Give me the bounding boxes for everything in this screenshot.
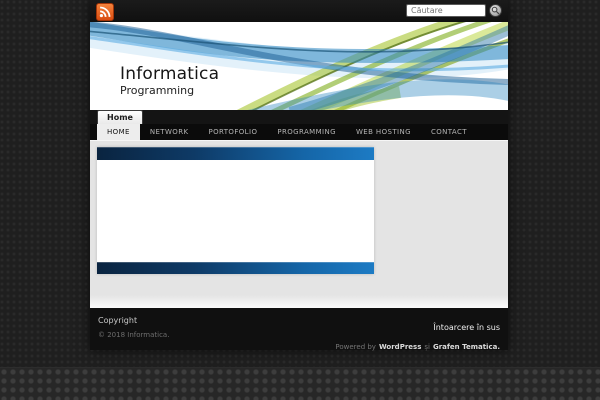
search-button[interactable] — [489, 4, 502, 17]
powered-by-text: Powered by — [335, 343, 376, 351]
site-subtitle: Programming — [120, 83, 195, 97]
nav-item-contact[interactable]: CONTACT — [421, 124, 477, 140]
site-title[interactable]: Informatica — [120, 65, 219, 84]
wordpress-link[interactable]: WordPress — [379, 343, 421, 351]
nav-item-programming[interactable]: PROGRAMMING — [267, 124, 346, 140]
nav-item-network[interactable]: NETWORK — [140, 124, 199, 140]
nav-item-home[interactable]: HOME — [97, 124, 140, 140]
site-footer: Copyright © 2018 Informatica. Întoarcere… — [90, 308, 508, 351]
copyright-label: Copyright — [98, 316, 138, 325]
footer-left: Copyright © 2018 Informatica. — [98, 316, 169, 339]
theme-link[interactable]: Grafen Tematica. — [433, 343, 500, 351]
desktop-background: Informatica Programming Home HOME NETWOR… — [0, 0, 600, 400]
site-page: Informatica Programming Home HOME NETWOR… — [90, 0, 508, 351]
footer-right: Întoarcere în sus Powered by WordPress ș… — [335, 315, 500, 351]
top-bar — [90, 0, 508, 22]
search-input[interactable] — [406, 4, 486, 17]
site-identity: Informatica Programming — [120, 65, 219, 97]
conjunction-text: și — [424, 343, 430, 351]
background-texture-band — [0, 367, 600, 400]
content-area — [90, 140, 508, 308]
nav-item-portofolio[interactable]: PORTOFOLIO — [198, 124, 267, 140]
page-tab-home[interactable]: Home — [97, 110, 143, 124]
search-icon — [491, 6, 500, 15]
rss-feed-button[interactable] — [96, 3, 114, 21]
nav-item-web-hosting[interactable]: WEB HOSTING — [346, 124, 421, 140]
back-to-top-link[interactable]: Întoarcere în sus — [433, 323, 500, 332]
content-bottom-fade — [90, 295, 508, 308]
site-header: Informatica Programming — [90, 22, 508, 110]
content-panel — [97, 147, 374, 274]
powered-by-credits: Powered by WordPress și Grafen Tematica. — [335, 343, 500, 351]
rss-icon — [99, 6, 111, 18]
panel-top-accent-bar — [97, 147, 374, 160]
main-nav: HOME NETWORK PORTOFOLIO PROGRAMMING WEB … — [90, 124, 508, 140]
panel-bottom-accent-bar — [97, 262, 374, 274]
copyright-notice: © 2018 Informatica. — [98, 331, 170, 339]
